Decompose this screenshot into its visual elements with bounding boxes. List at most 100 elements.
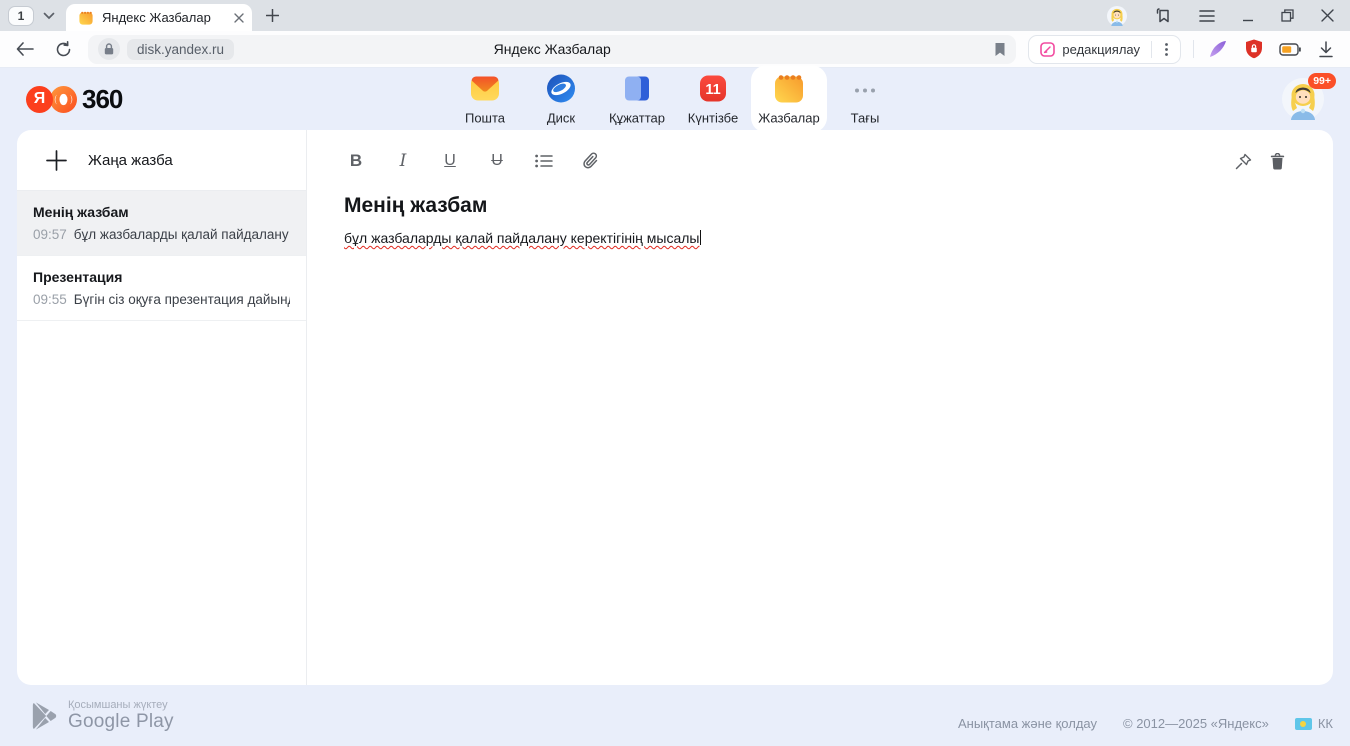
note-item-meta: 09:55 Бүгін сіз оқуға презентация дайынд… (33, 292, 290, 307)
panels-icon (1154, 7, 1172, 25)
note-list-item[interactable]: Менің жазбам 09:57 бұл жазбаларды қалай … (17, 191, 306, 256)
new-note-button[interactable]: Жаңа жазба (17, 130, 306, 191)
kebab-menu-icon (1165, 43, 1168, 56)
italic-button[interactable]: I (391, 149, 415, 173)
feather-icon (1208, 39, 1228, 59)
calendar-icon: 11 (696, 72, 730, 106)
address-bar[interactable]: disk.yandex.ru Яндекс Жазбалар (88, 35, 1016, 64)
text-caret (700, 230, 701, 245)
notes-content-card: Жаңа жазба Менің жазбам 09:57 бұл жазбал… (17, 130, 1333, 685)
yandex-360-logo[interactable]: Я 360 (26, 84, 122, 115)
underline-button[interactable]: U (438, 149, 462, 173)
service-more[interactable]: Тағы (827, 66, 903, 133)
footer-links: Анықтама және қолдау © 2012—2025 «Яндекс… (958, 716, 1333, 731)
window-restore-button[interactable] (1281, 9, 1294, 22)
copyright-text: © 2012—2025 «Яндекс» (1123, 716, 1269, 731)
new-note-label: Жаңа жазба (88, 152, 173, 169)
profile-avatar-icon (1107, 6, 1127, 26)
note-body[interactable]: бұл жазбаларды қалай пайдалану керектігі… (344, 230, 1289, 246)
google-play-icon (30, 701, 57, 731)
google-play-link[interactable]: Қосымшаны жүктеу Google Play (30, 699, 174, 733)
notes-icon (772, 72, 806, 106)
url-domain[interactable]: disk.yandex.ru (127, 39, 234, 60)
help-support-link[interactable]: Анықтама және қолдау (958, 716, 1097, 731)
google-play-label: Google Play (68, 711, 174, 733)
user-avatar[interactable]: 99+ (1282, 78, 1324, 120)
edit-mode-control: редакциялау (1028, 35, 1181, 64)
note-title[interactable]: Менің жазбам (344, 194, 1289, 218)
edit-pencil-icon (1040, 42, 1055, 57)
panels-button[interactable] (1154, 7, 1172, 25)
google-play-caption: Қосымшаны жүктеу (68, 699, 174, 711)
note-item-preview: Бүгін сіз оқуға презентация дайында... (74, 292, 290, 307)
browser-menu-button[interactable] (1199, 10, 1215, 22)
app-footer: Қосымшаны жүктеу Google Play Анықтама жә… (0, 685, 1350, 746)
tab-counter-value: 1 (18, 9, 25, 23)
edit-options-button[interactable] (1152, 36, 1180, 63)
editor-toolbar-right (1231, 149, 1289, 173)
site-security-button[interactable] (98, 38, 120, 60)
strikethrough-button[interactable]: U (485, 149, 509, 173)
downloads-button[interactable] (1314, 37, 1338, 61)
service-label: Жазбалар (758, 111, 819, 126)
disk-icon (544, 72, 578, 106)
mail-icon (468, 72, 502, 106)
close-icon (1321, 9, 1334, 22)
browser-window: 1 Яндекс Жазбалар (0, 0, 1350, 746)
logo-360-label: 360 (82, 84, 122, 115)
close-icon (234, 13, 244, 23)
service-label: Құжаттар (609, 111, 665, 126)
note-item-time: 09:55 (33, 292, 67, 307)
360-logo-icon (50, 86, 77, 113)
window-close-button[interactable] (1321, 9, 1334, 22)
plus-icon (266, 9, 279, 22)
delete-note-button[interactable] (1265, 149, 1289, 173)
minimize-icon (1242, 10, 1254, 22)
service-calendar[interactable]: 11 Күнтізбе (675, 66, 751, 133)
calendar-badge: 11 (705, 82, 720, 98)
tab-list-chevron-button[interactable] (38, 6, 60, 26)
tab-close-button[interactable] (234, 13, 244, 23)
language-code: КК (1318, 716, 1333, 731)
bullet-list-button[interactable] (532, 149, 556, 173)
kazakhstan-flag-icon (1295, 718, 1312, 730)
browser-tab-active[interactable]: Яндекс Жазбалар (66, 4, 252, 31)
back-button[interactable] (12, 36, 38, 62)
attach-file-button[interactable] (579, 149, 603, 173)
google-play-texts: Қосымшаны жүктеу Google Play (68, 699, 174, 733)
bullet-list-icon (535, 154, 553, 168)
new-tab-button[interactable] (258, 2, 286, 30)
language-switcher[interactable]: КК (1295, 716, 1333, 731)
note-list-item[interactable]: Презентация 09:55 Бүгін сіз оқуға презен… (17, 256, 306, 321)
browser-toolbar: disk.yandex.ru Яндекс Жазбалар редакциял… (0, 31, 1350, 68)
battery-saver-button[interactable] (1278, 37, 1302, 61)
download-icon (1318, 41, 1334, 58)
protect-shield-button[interactable] (1242, 37, 1266, 61)
service-mail[interactable]: Пошта (447, 66, 523, 133)
trash-icon (1270, 153, 1285, 170)
divider (1193, 40, 1194, 58)
pin-note-button[interactable] (1231, 149, 1255, 173)
reload-button[interactable] (50, 36, 76, 62)
tab-counter-button[interactable]: 1 (8, 6, 34, 26)
service-docs[interactable]: Құжаттар (599, 66, 675, 133)
service-label: Күнтізбе (688, 111, 738, 126)
edit-mode-button[interactable]: редакциялау (1029, 42, 1151, 57)
note-item-meta: 09:57 бұл жазбаларды қалай пайдалану ке.… (33, 227, 290, 242)
battery-icon (1279, 43, 1301, 56)
documents-icon (620, 72, 654, 106)
lock-icon (104, 43, 114, 55)
services-header: Я 360 Пошта (0, 68, 1350, 130)
yandex-pen-extension-button[interactable] (1206, 37, 1230, 61)
bookmark-button[interactable] (994, 42, 1006, 57)
service-disk[interactable]: Диск (523, 66, 599, 133)
service-notes-active[interactable]: Жазбалар (751, 66, 827, 133)
yandex-360-app: Я 360 Пошта (0, 68, 1350, 746)
window-minimize-button[interactable] (1242, 10, 1254, 22)
browser-profile-avatar[interactable] (1107, 6, 1127, 26)
note-item-title: Менің жазбам (33, 203, 290, 222)
service-label: Диск (547, 111, 575, 126)
hamburger-menu-icon (1199, 10, 1215, 22)
service-label: Пошта (465, 111, 505, 126)
bold-button[interactable]: B (344, 149, 368, 173)
